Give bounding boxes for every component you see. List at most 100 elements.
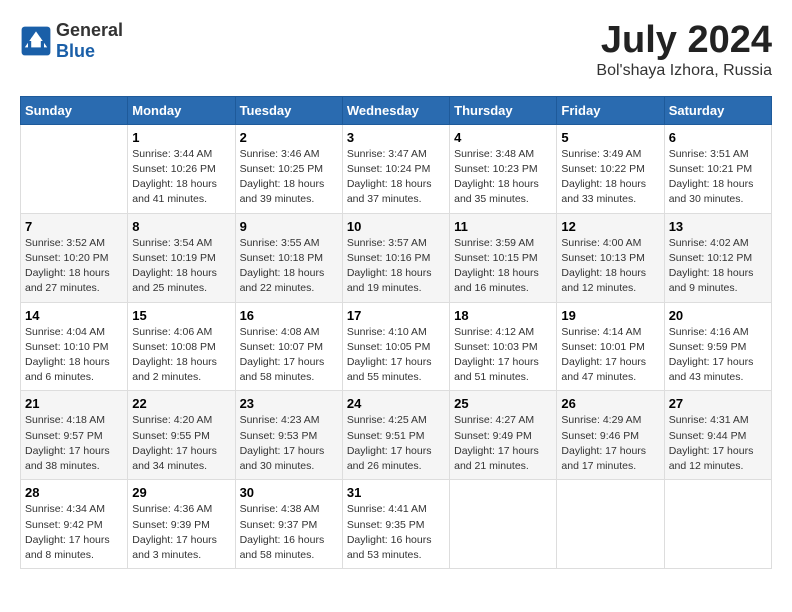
calendar-cell xyxy=(21,124,128,213)
cell-content: Sunrise: 4:25 AM Sunset: 9:51 PM Dayligh… xyxy=(347,413,445,474)
cell-content: Sunrise: 4:00 AM Sunset: 10:13 PM Daylig… xyxy=(561,236,659,297)
title-section: July 2024 Bol'shaya Izhora, Russia xyxy=(596,20,772,80)
calendar-cell: 22Sunrise: 4:20 AM Sunset: 9:55 PM Dayli… xyxy=(128,391,235,480)
calendar-cell xyxy=(450,480,557,569)
cell-content: Sunrise: 4:12 AM Sunset: 10:03 PM Daylig… xyxy=(454,325,552,386)
calendar-cell: 24 Sunrise: 4:25 AM Sunset: 9:51 PM Dayli… xyxy=(342,391,449,480)
cell-content: Sunrise: 4:04 AM Sunset: 10:10 PM Daylig… xyxy=(25,325,123,386)
day-number: 26 xyxy=(561,396,659,411)
location-text: Bol'shaya Izhora, Russia xyxy=(596,62,772,80)
cell-content: Sunrise: 4:14 AM Sunset: 10:01 PM Daylig… xyxy=(561,325,659,386)
cell-content: Sunrise: 3:48 AM Sunset: 10:23 PM Daylig… xyxy=(454,147,552,208)
header-wednesday: Wednesday xyxy=(342,96,449,124)
day-number: 5 xyxy=(561,130,659,145)
calendar-table: SundayMondayTuesdayWednesdayThursdayFrid… xyxy=(20,96,772,569)
calendar-cell xyxy=(664,480,771,569)
cell-content: Sunrise: 4:31 AM Sunset: 9:44 PM Dayligh… xyxy=(669,413,767,474)
cell-content: Sunrise: 4:23 AM Sunset: 9:53 PM Dayligh… xyxy=(240,413,338,474)
calendar-cell: 6 Sunrise: 3:51 AM Sunset: 10:21 PM Dayli… xyxy=(664,124,771,213)
calendar-cell: 26 Sunrise: 4:29 AM Sunset: 9:46 PM Dayli… xyxy=(557,391,664,480)
cell-content: Sunrise: 4:27 AM Sunset: 9:49 PM Dayligh… xyxy=(454,413,552,474)
month-year-title: July 2024 xyxy=(596,20,772,62)
header-sunday: Sunday xyxy=(21,96,128,124)
day-number: 20 xyxy=(669,308,767,323)
cell-content: Sunrise: 3:54 AM Sunset: 10:19 PM Daylig… xyxy=(132,236,230,297)
cell-content: Sunrise: 3:51 AM Sunset: 10:21 PM Daylig… xyxy=(669,147,767,208)
calendar-cell: 3 Sunrise: 3:47 AM Sunset: 10:24 PM Dayli… xyxy=(342,124,449,213)
cell-content: Sunrise: 4:36 AM Sunset: 9:39 PM Dayligh… xyxy=(132,502,230,563)
header-tuesday: Tuesday xyxy=(235,96,342,124)
calendar-cell: 1 Sunrise: 3:44 AM Sunset: 10:26 PM Dayli… xyxy=(128,124,235,213)
calendar-cell: 2 Sunrise: 3:46 AM Sunset: 10:25 PM Dayli… xyxy=(235,124,342,213)
cell-content: Sunrise: 3:46 AM Sunset: 10:25 PM Daylig… xyxy=(240,147,338,208)
calendar-week-row: 7 Sunrise: 3:52 AM Sunset: 10:20 PM Dayli… xyxy=(21,213,772,302)
header-monday: Monday xyxy=(128,96,235,124)
day-number: 19 xyxy=(561,308,659,323)
day-number: 12 xyxy=(561,219,659,234)
cell-content: Sunrise: 3:55 AM Sunset: 10:18 PM Daylig… xyxy=(240,236,338,297)
calendar-cell: 5 Sunrise: 3:49 AM Sunset: 10:22 PM Dayli… xyxy=(557,124,664,213)
calendar-cell: 12 Sunrise: 4:00 AM Sunset: 10:13 PM Dayl… xyxy=(557,213,664,302)
day-number: 14 xyxy=(25,308,123,323)
calendar-cell: 4 Sunrise: 3:48 AM Sunset: 10:23 PM Dayli… xyxy=(450,124,557,213)
calendar-week-row: 28 Sunrise: 4:34 AM Sunset: 9:42 PM Dayli… xyxy=(21,480,772,569)
calendar-cell: 8Sunrise: 3:54 AM Sunset: 10:19 PM Dayli… xyxy=(128,213,235,302)
calendar-cell: 23 Sunrise: 4:23 AM Sunset: 9:53 PM Dayli… xyxy=(235,391,342,480)
calendar-cell: 17Sunrise: 4:10 AM Sunset: 10:05 PM Dayl… xyxy=(342,302,449,391)
day-number: 15 xyxy=(132,308,230,323)
cell-content: Sunrise: 4:06 AM Sunset: 10:08 PM Daylig… xyxy=(132,325,230,386)
day-number: 30 xyxy=(240,485,338,500)
day-number: 11 xyxy=(454,219,552,234)
calendar-cell: 9 Sunrise: 3:55 AM Sunset: 10:18 PM Dayli… xyxy=(235,213,342,302)
day-number: 9 xyxy=(240,219,338,234)
cell-content: Sunrise: 4:41 AM Sunset: 9:35 PM Dayligh… xyxy=(347,502,445,563)
cell-content: Sunrise: 4:10 AM Sunset: 10:05 PM Daylig… xyxy=(347,325,445,386)
day-number: 10 xyxy=(347,219,445,234)
day-number: 6 xyxy=(669,130,767,145)
logo: General Blue xyxy=(20,20,123,62)
cell-content: Sunrise: 4:29 AM Sunset: 9:46 PM Dayligh… xyxy=(561,413,659,474)
calendar-cell: 20Sunrise: 4:16 AM Sunset: 9:59 PM Dayli… xyxy=(664,302,771,391)
logo-general-text: General xyxy=(56,20,123,40)
day-number: 4 xyxy=(454,130,552,145)
day-number: 2 xyxy=(240,130,338,145)
calendar-header-row: SundayMondayTuesdayWednesdayThursdayFrid… xyxy=(21,96,772,124)
day-number: 31 xyxy=(347,485,445,500)
cell-content: Sunrise: 4:18 AM Sunset: 9:57 PM Dayligh… xyxy=(25,413,123,474)
calendar-cell: 11Sunrise: 3:59 AM Sunset: 10:15 PM Dayl… xyxy=(450,213,557,302)
day-number: 7 xyxy=(25,219,123,234)
calendar-cell: 21 Sunrise: 4:18 AM Sunset: 9:57 PM Dayli… xyxy=(21,391,128,480)
page-header: General Blue July 2024 Bol'shaya Izhora,… xyxy=(20,20,772,80)
day-number: 18 xyxy=(454,308,552,323)
day-number: 24 xyxy=(347,396,445,411)
calendar-cell: 27Sunrise: 4:31 AM Sunset: 9:44 PM Dayli… xyxy=(664,391,771,480)
calendar-week-row: 14 Sunrise: 4:04 AM Sunset: 10:10 PM Dayl… xyxy=(21,302,772,391)
day-number: 1 xyxy=(132,130,230,145)
cell-content: Sunrise: 3:47 AM Sunset: 10:24 PM Daylig… xyxy=(347,147,445,208)
calendar-cell xyxy=(557,480,664,569)
cell-content: Sunrise: 4:34 AM Sunset: 9:42 PM Dayligh… xyxy=(25,502,123,563)
day-number: 23 xyxy=(240,396,338,411)
logo-blue-text: Blue xyxy=(56,41,95,61)
calendar-cell: 7 Sunrise: 3:52 AM Sunset: 10:20 PM Dayli… xyxy=(21,213,128,302)
cell-content: Sunrise: 4:38 AM Sunset: 9:37 PM Dayligh… xyxy=(240,502,338,563)
cell-content: Sunrise: 3:49 AM Sunset: 10:22 PM Daylig… xyxy=(561,147,659,208)
calendar-cell: 15 Sunrise: 4:06 AM Sunset: 10:08 PM Dayl… xyxy=(128,302,235,391)
calendar-cell: 14 Sunrise: 4:04 AM Sunset: 10:10 PM Dayl… xyxy=(21,302,128,391)
header-saturday: Saturday xyxy=(664,96,771,124)
logo-icon xyxy=(20,25,52,57)
day-number: 22 xyxy=(132,396,230,411)
cell-content: Sunrise: 3:44 AM Sunset: 10:26 PM Daylig… xyxy=(132,147,230,208)
calendar-cell: 28 Sunrise: 4:34 AM Sunset: 9:42 PM Dayli… xyxy=(21,480,128,569)
day-number: 29 xyxy=(132,485,230,500)
calendar-cell: 29 Sunrise: 4:36 AM Sunset: 9:39 PM Dayli… xyxy=(128,480,235,569)
cell-content: Sunrise: 3:52 AM Sunset: 10:20 PM Daylig… xyxy=(25,236,123,297)
calendar-cell: 25Sunrise: 4:27 AM Sunset: 9:49 PM Dayli… xyxy=(450,391,557,480)
cell-content: Sunrise: 3:57 AM Sunset: 10:16 PM Daylig… xyxy=(347,236,445,297)
calendar-week-row: 21 Sunrise: 4:18 AM Sunset: 9:57 PM Dayli… xyxy=(21,391,772,480)
header-friday: Friday xyxy=(557,96,664,124)
day-number: 16 xyxy=(240,308,338,323)
day-number: 3 xyxy=(347,130,445,145)
day-number: 21 xyxy=(25,396,123,411)
day-number: 28 xyxy=(25,485,123,500)
